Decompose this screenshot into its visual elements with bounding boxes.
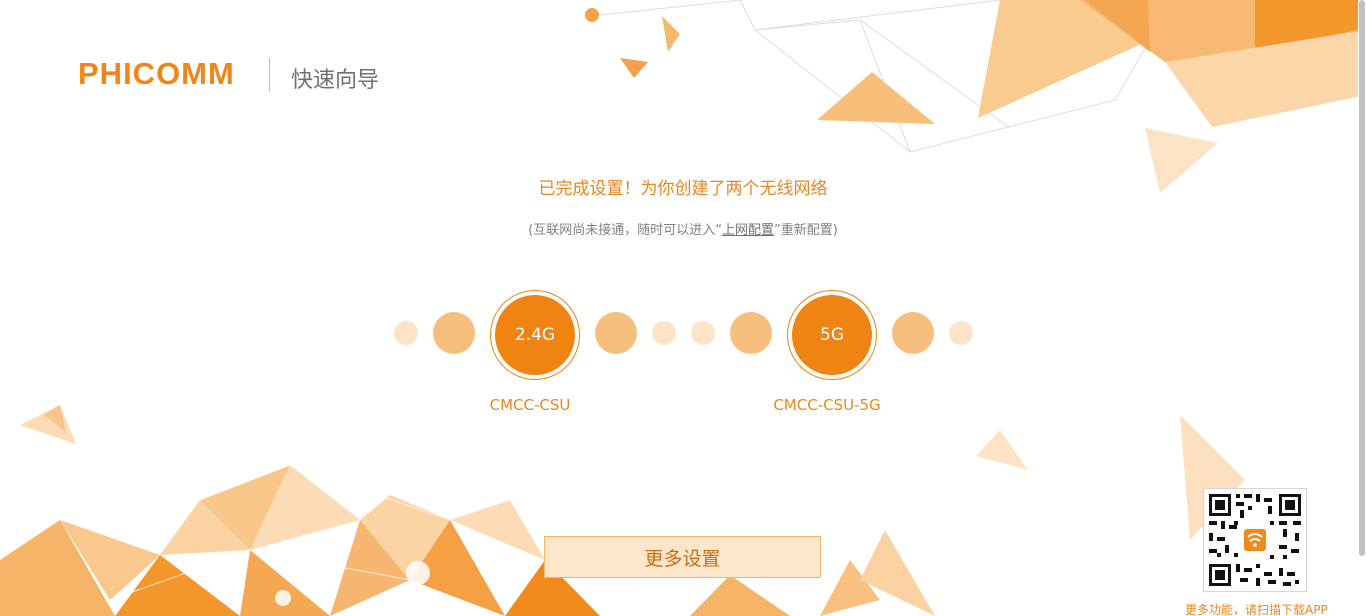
band-2g-badge: 2.4G bbox=[490, 290, 580, 380]
decorative-dot bbox=[691, 321, 715, 345]
decorative-dot bbox=[892, 312, 934, 354]
connection-note: (互联网尚未接通，随时可以进入“上网配置”重新配置) bbox=[0, 219, 1366, 238]
phicomm-logo: PHICOMM bbox=[78, 56, 235, 91]
completion-headline: 已完成设置！为你创建了两个无线网络 bbox=[538, 179, 828, 199]
wizard-page: PHICOMM 快速向导 已完成设置！为你创建了两个无线网络 (互联网尚未接通，… bbox=[0, 0, 1366, 616]
qr-caption: 更多功能，请扫描下载APP bbox=[1185, 603, 1328, 616]
qr-code-icon bbox=[1204, 489, 1306, 591]
ssid-5g: CMCC-CSU-5G bbox=[773, 396, 881, 414]
note-suffix: ”重新配置) bbox=[774, 223, 838, 238]
page-title: 快速向导 bbox=[291, 68, 380, 93]
scrollbar[interactable] bbox=[1358, 0, 1366, 616]
note-prefix: (互联网尚未接通，随时可以进入“ bbox=[528, 223, 722, 238]
decorative-dot bbox=[595, 312, 637, 354]
band-5g-label: 5G bbox=[792, 295, 872, 375]
decorative-dot bbox=[652, 321, 676, 345]
band-2g-label: 2.4G bbox=[495, 295, 575, 375]
decorative-dot bbox=[433, 312, 475, 354]
header-divider bbox=[269, 58, 270, 92]
more-settings-button[interactable]: 更多设置 bbox=[544, 536, 821, 578]
scrollbar-thumb[interactable] bbox=[1359, 0, 1365, 556]
internet-config-link[interactable]: 上网配置 bbox=[722, 223, 774, 238]
ssid-2g: CMCC-CSU bbox=[489, 396, 571, 414]
band-5g-badge: 5G bbox=[787, 290, 877, 380]
decorative-dot bbox=[730, 312, 772, 354]
app-qr-code bbox=[1203, 488, 1307, 592]
decorative-dot bbox=[949, 321, 973, 345]
background-triangles-decoration bbox=[0, 0, 1366, 616]
decorative-dot bbox=[394, 321, 418, 345]
